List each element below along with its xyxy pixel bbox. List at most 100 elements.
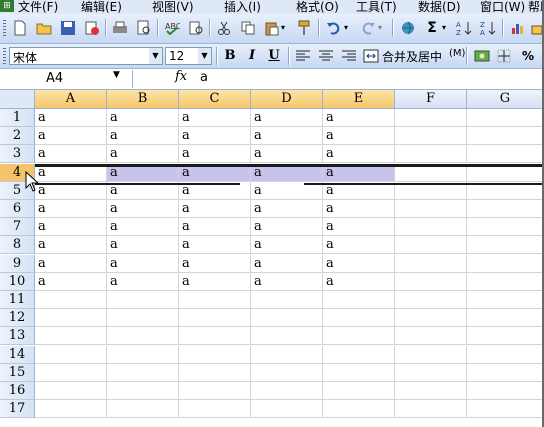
- cell-g1[interactable]: [467, 109, 544, 127]
- cell-c11[interactable]: [179, 291, 251, 309]
- permission-icon[interactable]: [84, 20, 100, 36]
- cell-f6[interactable]: [395, 200, 467, 218]
- cell-c1[interactable]: a: [179, 109, 251, 127]
- cell-d6[interactable]: a: [251, 200, 323, 218]
- cell-e14[interactable]: [323, 346, 395, 364]
- cell-b3[interactable]: a: [107, 145, 179, 163]
- print-preview-icon[interactable]: [136, 20, 152, 36]
- row-header-10[interactable]: 10: [0, 273, 35, 291]
- cell-a2[interactable]: a: [35, 127, 107, 145]
- cell-c6[interactable]: a: [179, 200, 251, 218]
- undo-dropdown-icon[interactable]: ▾: [344, 20, 352, 36]
- row-header-2[interactable]: 2: [0, 127, 35, 145]
- cell-a16[interactable]: [35, 382, 107, 400]
- open-folder-icon[interactable]: [36, 20, 52, 36]
- undo-icon[interactable]: [326, 20, 342, 36]
- column-header-d[interactable]: D: [251, 90, 323, 109]
- italic-button[interactable]: I: [244, 48, 260, 64]
- cell-g14[interactable]: [467, 346, 544, 364]
- menu-tools[interactable]: 工具(T): [356, 0, 397, 15]
- cell-g9[interactable]: [467, 255, 544, 273]
- cell-e7[interactable]: a: [323, 218, 395, 236]
- menu-format[interactable]: 格式(O): [296, 0, 339, 15]
- hyperlink-icon[interactable]: [400, 20, 416, 36]
- cell-f12[interactable]: [395, 309, 467, 327]
- cell-e1[interactable]: a: [323, 109, 395, 127]
- menu-edit[interactable]: 编辑(E): [81, 0, 122, 15]
- chevron-down-icon[interactable]: ▼: [113, 70, 120, 80]
- cell-a13[interactable]: [35, 327, 107, 345]
- cell-e9[interactable]: a: [323, 255, 395, 273]
- name-box[interactable]: A4 ▼: [0, 70, 133, 88]
- cell-f2[interactable]: [395, 127, 467, 145]
- bold-button[interactable]: B: [222, 48, 238, 64]
- column-header-a[interactable]: A: [35, 90, 107, 109]
- cell-e3[interactable]: a: [323, 145, 395, 163]
- font-name-select[interactable]: 宋体 ▼: [9, 47, 163, 65]
- cell-a11[interactable]: [35, 291, 107, 309]
- row-header-14[interactable]: 14: [0, 346, 35, 364]
- column-header-e[interactable]: E: [323, 90, 395, 109]
- autosum-icon[interactable]: Σ: [424, 20, 440, 36]
- cell-c14[interactable]: [179, 346, 251, 364]
- cell-e15[interactable]: [323, 364, 395, 382]
- row-header-8[interactable]: 8: [0, 236, 35, 254]
- cell-g3[interactable]: [467, 145, 544, 163]
- cell-g10[interactable]: [467, 273, 544, 291]
- cell-d10[interactable]: a: [251, 273, 323, 291]
- menu-data[interactable]: 数据(D): [418, 0, 461, 15]
- cell-b1[interactable]: a: [107, 109, 179, 127]
- new-document-icon[interactable]: [12, 20, 28, 36]
- paste-dropdown-icon[interactable]: ▾: [281, 20, 289, 36]
- print-icon[interactable]: [112, 20, 128, 36]
- cell-e2[interactable]: a: [323, 127, 395, 145]
- column-header-b[interactable]: B: [107, 90, 179, 109]
- cell-d8[interactable]: a: [251, 236, 323, 254]
- paste-icon[interactable]: [264, 20, 280, 36]
- percent-style-button[interactable]: %: [520, 48, 536, 64]
- cell-f10[interactable]: [395, 273, 467, 291]
- cell-g13[interactable]: [467, 327, 544, 345]
- row-header-16[interactable]: 16: [0, 382, 35, 400]
- cell-c9[interactable]: a: [179, 255, 251, 273]
- cell-d15[interactable]: [251, 364, 323, 382]
- row-header-9[interactable]: 9: [0, 255, 35, 273]
- cell-f13[interactable]: [395, 327, 467, 345]
- chevron-down-icon[interactable]: ▼: [149, 48, 162, 64]
- cell-g11[interactable]: [467, 291, 544, 309]
- borders-icon[interactable]: [496, 48, 512, 64]
- cell-b13[interactable]: [107, 327, 179, 345]
- cell-e17[interactable]: [323, 400, 395, 418]
- cell-b10[interactable]: a: [107, 273, 179, 291]
- cell-d7[interactable]: a: [251, 218, 323, 236]
- row-header-1[interactable]: 1: [0, 109, 35, 127]
- cell-c16[interactable]: [179, 382, 251, 400]
- cell-b9[interactable]: a: [107, 255, 179, 273]
- cell-b11[interactable]: [107, 291, 179, 309]
- copy-icon[interactable]: [240, 20, 256, 36]
- toolbar-grip[interactable]: [3, 48, 6, 64]
- align-left-icon[interactable]: [295, 48, 311, 64]
- insert-function-icon[interactable]: fx: [175, 69, 187, 84]
- research-icon[interactable]: [188, 20, 204, 36]
- cell-b17[interactable]: [107, 400, 179, 418]
- excel-app-icon[interactable]: ⊞: [0, 0, 14, 12]
- row-header-13[interactable]: 13: [0, 327, 35, 345]
- cell-f11[interactable]: [395, 291, 467, 309]
- cell-d3[interactable]: a: [251, 145, 323, 163]
- cell-d13[interactable]: [251, 327, 323, 345]
- spelling-icon[interactable]: ABC: [164, 20, 180, 36]
- cell-b2[interactable]: a: [107, 127, 179, 145]
- cell-c13[interactable]: [179, 327, 251, 345]
- cell-f1[interactable]: [395, 109, 467, 127]
- cell-g15[interactable]: [467, 364, 544, 382]
- save-icon[interactable]: [60, 20, 76, 36]
- cell-a17[interactable]: [35, 400, 107, 418]
- menu-view[interactable]: 视图(V): [152, 0, 194, 15]
- cell-e12[interactable]: [323, 309, 395, 327]
- redo-icon[interactable]: [360, 20, 376, 36]
- cell-a9[interactable]: a: [35, 255, 107, 273]
- cell-a1[interactable]: a: [35, 109, 107, 127]
- menu-window[interactable]: 窗口(W): [480, 0, 525, 15]
- autosum-dropdown-icon[interactable]: ▾: [442, 20, 450, 36]
